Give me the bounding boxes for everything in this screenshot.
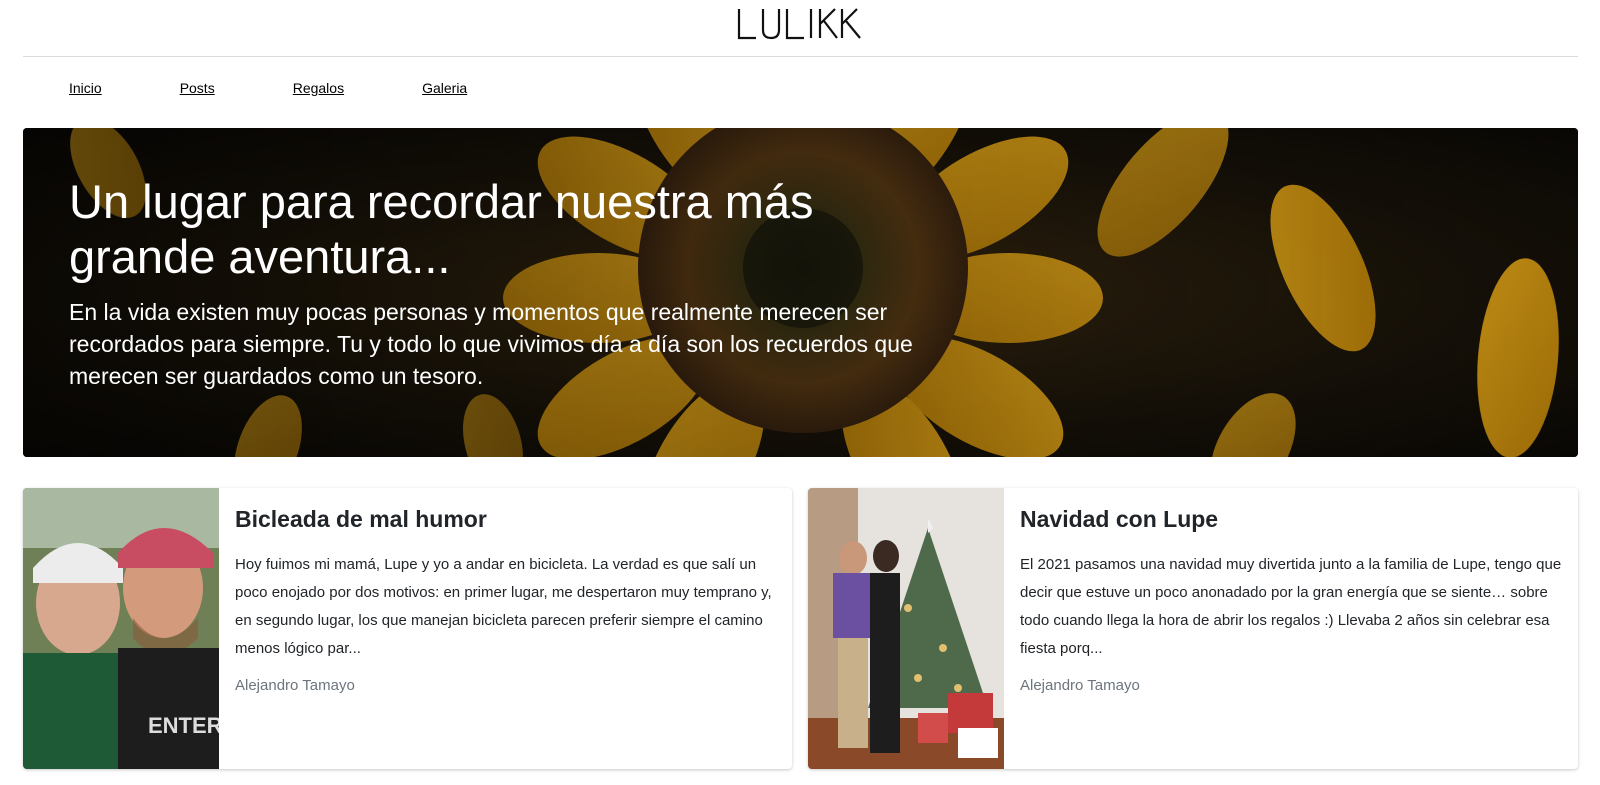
post-thumbnail-image[interactable] (808, 488, 1004, 769)
post-thumbnail-image[interactable]: ENTER (23, 488, 219, 769)
post-title[interactable]: Navidad con Lupe (1020, 506, 1562, 533)
hero-title: Un lugar para recordar nuestra más grand… (69, 175, 814, 283)
post-excerpt: El 2021 pasamos una navidad muy divertid… (1020, 556, 1562, 657)
post-title[interactable]: Bicleada de mal humor (235, 506, 776, 533)
post-card-body: Navidad con Lupe El 2021 pasamos una nav… (1004, 488, 1578, 769)
post-author: Alejandro Tamayo (235, 677, 355, 694)
nav-link-posts[interactable]: Posts (180, 80, 215, 96)
nav-link-inicio[interactable]: Inicio (69, 80, 102, 96)
nav-link-regalos[interactable]: Regalos (293, 80, 344, 96)
svg-text:ENTER: ENTER (148, 713, 219, 738)
logo-wordmark (737, 8, 861, 40)
post-author: Alejandro Tamayo (1020, 677, 1140, 694)
hero-banner: Un lugar para recordar nuestra más grand… (23, 128, 1578, 457)
post-card-body: Bicleada de mal humor Hoy fuimos mi mamá… (219, 488, 792, 769)
hero-description: En la vida existen muy pocas personas y … (69, 299, 913, 389)
site-logo[interactable] (0, 6, 1600, 48)
header-divider (23, 56, 1578, 57)
nav-link-galeria[interactable]: Galeria (422, 80, 467, 96)
post-card[interactable]: ENTER Bicleada de mal humor Hoy fuimos m… (23, 488, 792, 769)
post-card[interactable]: Navidad con Lupe El 2021 pasamos una nav… (808, 488, 1578, 769)
main-nav: Inicio Posts Regalos Galeria (69, 80, 545, 96)
post-excerpt: Hoy fuimos mi mamá, Lupe y yo a andar en… (235, 556, 772, 657)
